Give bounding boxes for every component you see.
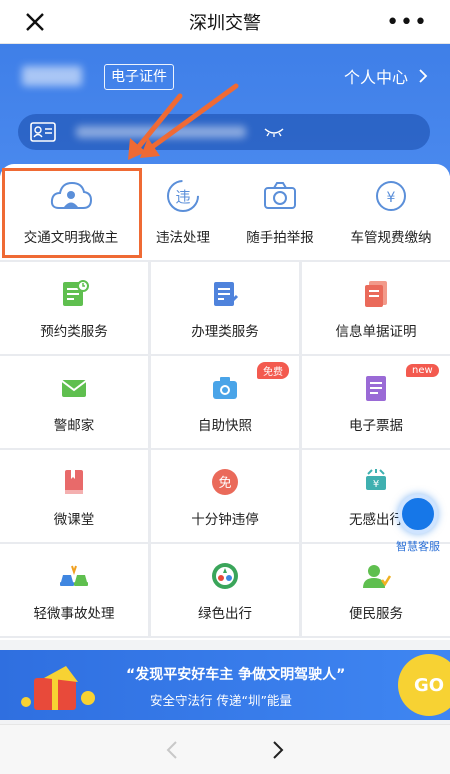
banner-subtitle: 安全守法行 传递“圳”能量 <box>150 693 292 708</box>
yuan-coin-icon: ¥ <box>376 181 406 211</box>
personal-center-label: 个人中心 <box>343 68 408 87</box>
chevron-right-icon <box>419 69 428 83</box>
grid-label: 自助快照 <box>198 418 252 434</box>
green-travel-icon <box>212 563 238 589</box>
violation-icon: 违 <box>167 180 199 212</box>
smart-service-button[interactable]: 智慧客服 <box>390 494 446 554</box>
grid-item-e-invoice[interactable]: 电子票据 new <box>302 356 450 448</box>
quick-item-fee-payment[interactable]: ¥ 车管规费缴纳 <box>336 164 446 258</box>
yuan-glyph: ¥ <box>373 479 379 490</box>
receipt-icon <box>365 281 387 307</box>
grid-label: 电子票据 <box>349 418 403 434</box>
grid-label: 便民服务 <box>349 606 403 622</box>
quick-label: 车管规费缴纳 <box>350 230 432 246</box>
new-badge: new <box>406 364 439 377</box>
grid-label: 预约类服务 <box>40 324 108 340</box>
grid-label: 警邮家 <box>53 418 95 434</box>
user-name-blurred <box>22 66 82 86</box>
e-certificate-tag[interactable]: 电子证件 <box>104 64 174 90</box>
forward-arrow-icon[interactable] <box>270 739 286 761</box>
id-card-bar[interactable] <box>18 114 430 150</box>
back-arrow-icon[interactable] <box>164 739 180 761</box>
exempt-glyph: 免 <box>218 476 231 491</box>
grid-label: 信息单据证明 <box>335 324 417 340</box>
parking-exempt-icon: 免 <box>212 469 238 495</box>
grid-item-police-mail[interactable]: 警邮家 <box>0 356 148 448</box>
seamless-pay-icon: ¥ <box>366 469 386 490</box>
quick-label: 随手拍举报 <box>246 230 314 246</box>
grid-label: 绿色出行 <box>198 606 252 622</box>
grid-item-appointment[interactable]: 预约类服务 <box>0 262 148 354</box>
quick-item-violation[interactable]: 违 违法处理 <box>138 164 228 258</box>
edit-document-icon <box>214 282 239 307</box>
book-icon <box>65 470 83 494</box>
id-card-icon <box>30 122 56 142</box>
more-icon[interactable]: ••• <box>386 10 428 35</box>
highlight-box <box>2 168 142 258</box>
e-ticket-icon <box>366 376 386 401</box>
close-icon[interactable] <box>22 9 48 35</box>
svg-text:¥: ¥ <box>387 190 396 206</box>
grid-item-green-travel[interactable]: 绿色出行 <box>151 544 299 636</box>
page-title: 深圳交警 <box>189 12 261 34</box>
id-number-blurred <box>76 126 246 138</box>
smart-service-label: 智慧客服 <box>396 540 440 553</box>
banner-slogan: “发现平安好车主 争做文明驾驶人” <box>126 667 346 683</box>
grid-label: 轻微事故处理 <box>33 606 115 622</box>
grid-label: 十分钟违停 <box>191 512 259 528</box>
camera-photo-icon <box>213 377 237 399</box>
svg-text:违: 违 <box>175 188 190 206</box>
grid-label: 微课堂 <box>53 512 95 528</box>
grid-item-ten-min-parking[interactable]: 免 十分钟违停 <box>151 450 299 542</box>
top-bar: 深圳交警 ••• <box>0 0 450 44</box>
envelope-icon <box>61 380 87 397</box>
personal-center-link[interactable]: 个人中心 <box>344 64 428 88</box>
grid-item-processing[interactable]: 办理类服务 <box>151 262 299 354</box>
browser-nav-bar <box>0 724 450 774</box>
free-badge: 免费 <box>257 362 289 379</box>
promo-banner[interactable]: “发现平安好车主 争做文明驾驶人” 安全守法行 传递“圳”能量 GO <box>0 650 450 720</box>
chat-bot-icon <box>398 494 438 534</box>
grid-item-convenience[interactable]: 便民服务 <box>302 544 450 636</box>
go-button[interactable]: GO <box>398 654 450 716</box>
car-accident-icon <box>60 565 88 586</box>
user-service-icon <box>363 565 392 588</box>
quick-item-photo-report[interactable]: 随手拍举报 <box>232 164 328 258</box>
document-check-icon <box>63 280 89 306</box>
gift-box-icon <box>21 666 95 710</box>
user-header: 电子证件 个人中心 <box>0 44 450 176</box>
eye-closed-icon[interactable] <box>263 126 285 138</box>
grid-item-certificate[interactable]: 信息单据证明 <box>302 262 450 354</box>
grid-item-micro-class[interactable]: 微课堂 <box>0 450 148 542</box>
camera-icon <box>264 182 296 209</box>
grid-item-self-photo[interactable]: 自助快照 免费 <box>151 356 299 448</box>
grid-item-minor-accident[interactable]: 轻微事故处理 <box>0 544 148 636</box>
quick-label: 违法处理 <box>156 230 210 246</box>
grid-label: 办理类服务 <box>191 324 259 340</box>
go-label: GO <box>413 674 445 696</box>
